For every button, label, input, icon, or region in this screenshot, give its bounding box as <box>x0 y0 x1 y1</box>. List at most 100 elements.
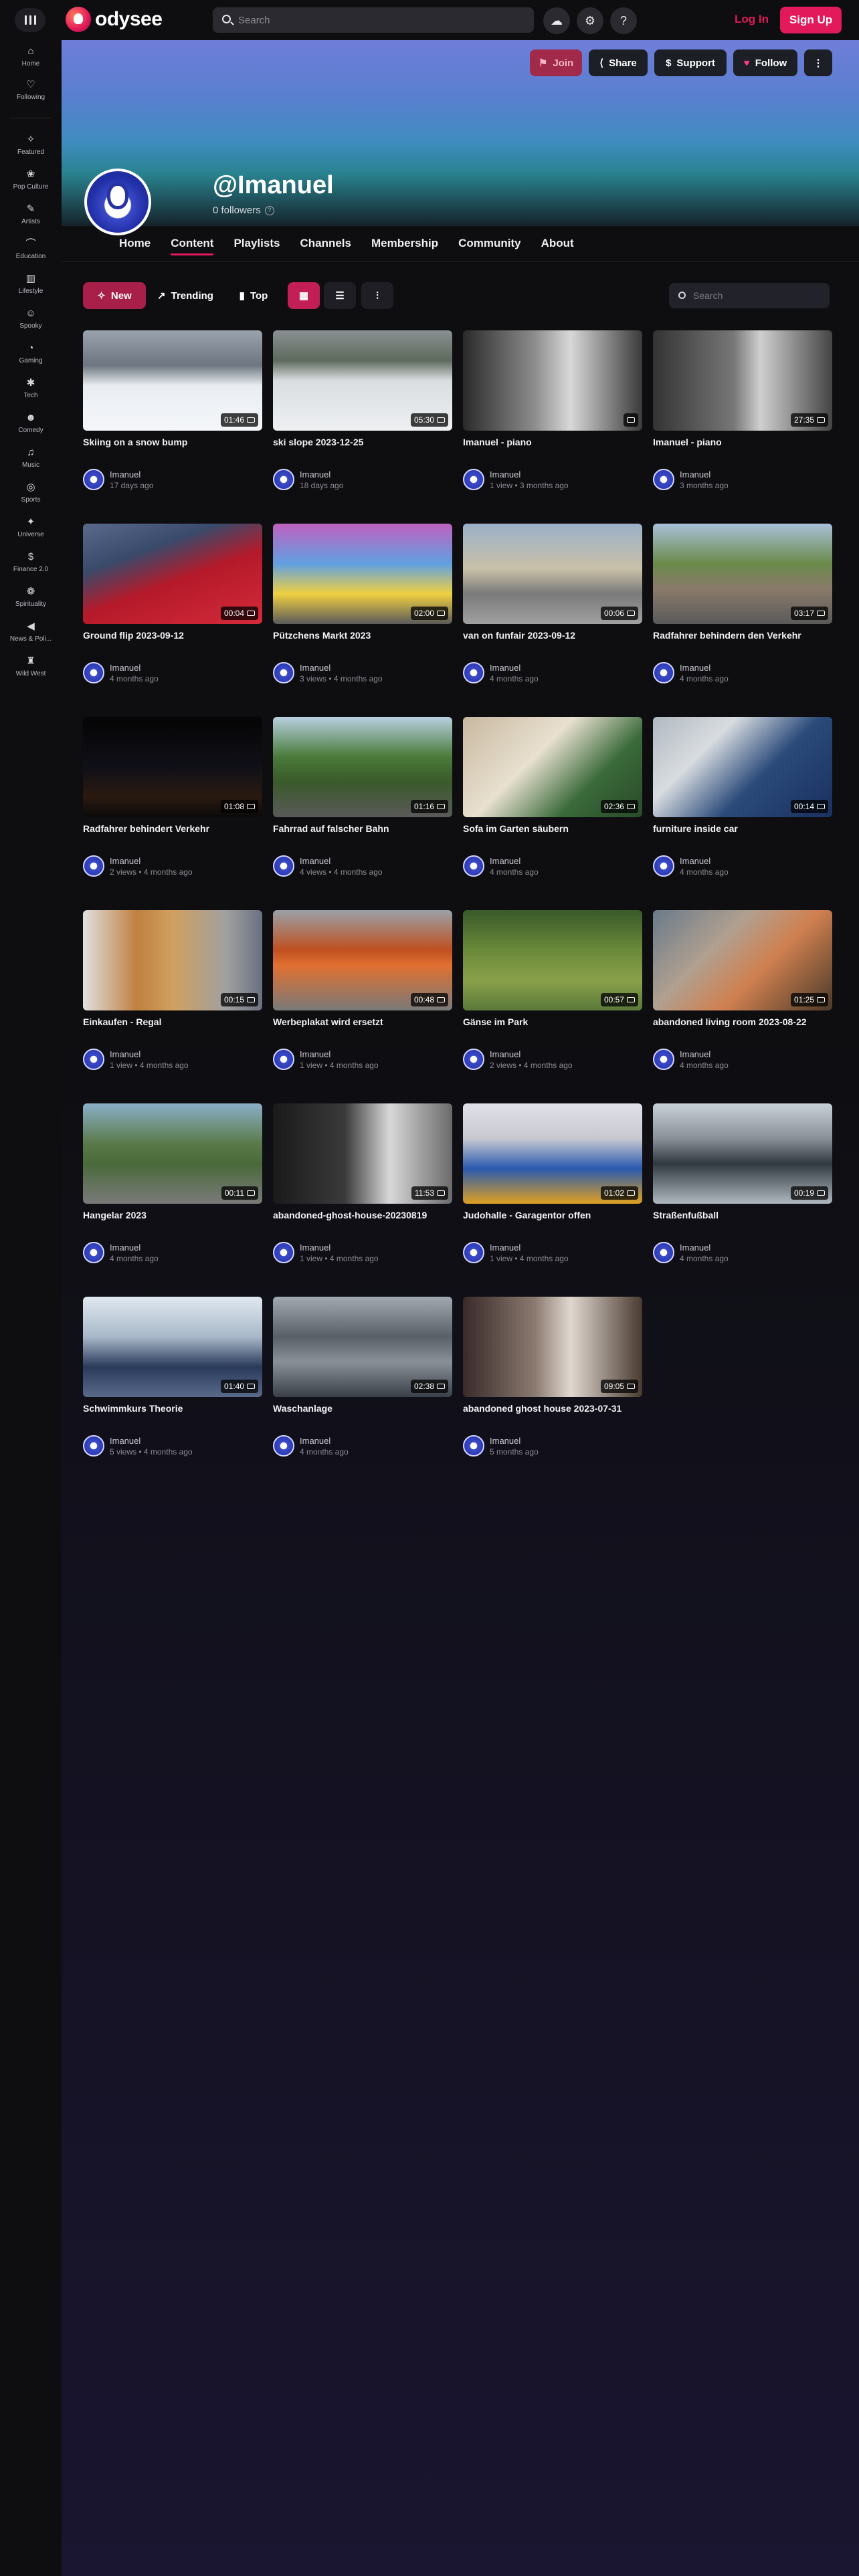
channel-name-small[interactable]: Imanuel <box>490 1049 520 1059</box>
video-title[interactable]: abandoned-ghost-house-20230819 <box>273 1210 452 1220</box>
video-title[interactable]: Einkaufen - Regal <box>83 1016 262 1027</box>
channel-avatar-small[interactable] <box>273 1242 294 1263</box>
video-thumbnail[interactable]: 00:14 <box>653 717 832 817</box>
video-title[interactable]: van on funfair 2023-09-12 <box>463 630 642 641</box>
video-title[interactable]: Schwimmkurs Theorie <box>83 1403 262 1414</box>
sidebar-item-wild-west[interactable]: ♜ Wild West <box>0 655 62 687</box>
video-thumbnail[interactable]: 01:02 <box>463 1103 642 1204</box>
video-card[interactable]: 00:11 Hangelar 2023 Imanuel 4 months ago <box>83 1103 262 1277</box>
video-title[interactable]: Fahrrad auf falscher Bahn <box>273 823 452 834</box>
channel-name-small[interactable]: Imanuel <box>300 663 330 673</box>
video-thumbnail[interactable]: 00:04 <box>83 524 262 624</box>
share-button[interactable]: ⟨ Share <box>589 49 648 76</box>
channel-name-small[interactable]: Imanuel <box>110 469 140 479</box>
video-card[interactable]: 00:57 Gänse im Park Imanuel 2 views • 4 mon… <box>463 910 642 1084</box>
tab-channels[interactable]: Channels <box>300 237 351 255</box>
video-title[interactable]: Hangelar 2023 <box>83 1210 262 1220</box>
video-thumbnail[interactable]: 01:40 <box>83 1297 262 1397</box>
settings-button[interactable]: ⚙ <box>577 7 603 34</box>
follow-button[interactable]: ♥ Follow <box>733 49 797 76</box>
sidebar-item-news-poli[interactable]: ◀ News & Poli... <box>0 621 62 653</box>
grid-view-button[interactable]: ▦ <box>288 282 320 309</box>
video-card[interactable]: 27:35 Imanuel - piano Imanuel 3 months ago <box>653 330 832 504</box>
video-thumbnail[interactable]: 03:17 <box>653 524 832 624</box>
channel-avatar-small[interactable] <box>463 469 484 490</box>
channel-name-small[interactable]: Imanuel <box>110 1436 140 1446</box>
sidebar-item-home[interactable]: ⌂ Home <box>0 45 62 78</box>
channel-avatar-small[interactable] <box>83 469 104 490</box>
channel-avatar-small[interactable] <box>653 1242 674 1263</box>
filter-trending-button[interactable]: ↗ Trending <box>146 282 225 309</box>
video-title[interactable]: abandoned ghost house 2023-07-31 <box>463 1403 642 1414</box>
tab-home[interactable]: Home <box>119 237 151 255</box>
channel-avatar-small[interactable] <box>273 1049 294 1070</box>
video-card[interactable]: 00:19 Straßenfußball Imanuel 4 months ago <box>653 1103 832 1277</box>
video-card[interactable]: 00:04 Ground flip 2023-09-12 Imanuel 4 mont… <box>83 524 262 697</box>
sidebar-item-gaming[interactable]: ◔ Gaming <box>0 342 62 374</box>
video-title[interactable]: Werbeplakat wird ersetzt <box>273 1016 452 1027</box>
video-title[interactable]: Radfahrer behindern den Verkehr <box>653 630 832 641</box>
search-input[interactable] <box>238 14 519 26</box>
video-card[interactable]: 11:53 abandoned-ghost-house-20230819 Imanu… <box>273 1103 452 1277</box>
channel-name-small[interactable]: Imanuel <box>680 1243 710 1253</box>
channel-avatar-small[interactable] <box>83 1435 104 1457</box>
video-title[interactable]: Skiing on a snow bump <box>83 437 262 447</box>
video-title[interactable]: abandoned living room 2023-08-22 <box>653 1016 832 1027</box>
video-title[interactable]: Imanuel - piano <box>653 437 832 447</box>
filter-top-button[interactable]: ▮ Top <box>225 282 282 309</box>
menu-button[interactable] <box>15 8 45 32</box>
channel-avatar-small[interactable] <box>273 855 294 877</box>
sidebar-item-music[interactable]: ♫ Music <box>0 447 62 479</box>
video-card[interactable]: 05:30 ski slope 2023-12-25 Imanuel 18 days … <box>273 330 452 504</box>
tab-content[interactable]: Content <box>171 237 214 255</box>
video-title[interactable]: Radfahrer behindert Verkehr <box>83 823 262 834</box>
video-card[interactable]: 01:16 Fahrrad auf falscher Bahn Imanuel 4 v… <box>273 717 452 891</box>
tab-community[interactable]: Community <box>458 237 521 255</box>
join-button[interactable]: ⚑ Join <box>530 49 582 76</box>
channel-avatar-small[interactable] <box>653 1049 674 1070</box>
video-card[interactable]: 01:40 Schwimmkurs Theorie Imanuel 5 views •… <box>83 1297 262 1471</box>
video-thumbnail[interactable] <box>463 330 642 431</box>
video-thumbnail[interactable]: 27:35 <box>653 330 832 431</box>
video-thumbnail[interactable]: 05:30 <box>273 330 452 431</box>
support-button[interactable]: $ Support <box>654 49 727 76</box>
channel-name-small[interactable]: Imanuel <box>680 469 710 479</box>
channel-name-small[interactable]: Imanuel <box>110 663 140 673</box>
sidebar-item-artists[interactable]: ✎ Artists <box>0 203 62 235</box>
channel-name-small[interactable]: Imanuel <box>680 856 710 866</box>
video-card[interactable]: 01:08 Radfahrer behindert Verkehr Imanuel 2… <box>83 717 262 891</box>
channel-name-small[interactable]: Imanuel <box>300 469 330 479</box>
video-card[interactable]: 01:25 abandoned living room 2023-08-22 Ima… <box>653 910 832 1084</box>
channel-name-small[interactable]: Imanuel <box>490 856 520 866</box>
sidebar-item-education[interactable]: ⌒ Education <box>0 238 62 270</box>
video-thumbnail[interactable]: 00:11 <box>83 1103 262 1204</box>
content-search[interactable] <box>669 283 830 308</box>
video-thumbnail[interactable]: 02:00 <box>273 524 452 624</box>
video-title[interactable]: Judohalle - Garagentor offen <box>463 1210 642 1220</box>
video-title[interactable]: furniture inside car <box>653 823 832 834</box>
sidebar-item-following[interactable]: ♡ Following <box>0 79 62 111</box>
channel-avatar-small[interactable] <box>463 662 484 683</box>
channel-avatar-small[interactable] <box>653 662 674 683</box>
channel-avatar-small[interactable] <box>273 469 294 490</box>
more-options-button[interactable]: ⋮ <box>804 49 832 76</box>
video-card[interactable]: 00:06 van on funfair 2023-09-12 Imanuel 4 m… <box>463 524 642 697</box>
video-thumbnail[interactable]: 09:05 <box>463 1297 642 1397</box>
tab-membership[interactable]: Membership <box>371 237 438 255</box>
channel-name-small[interactable]: Imanuel <box>680 1049 710 1059</box>
channel-avatar-small[interactable] <box>463 1435 484 1457</box>
channel-avatar-small[interactable] <box>83 662 104 683</box>
video-title[interactable]: Gänse im Park <box>463 1016 642 1027</box>
video-title[interactable]: Waschanlage <box>273 1403 452 1414</box>
video-thumbnail[interactable]: 00:19 <box>653 1103 832 1204</box>
channel-name-small[interactable]: Imanuel <box>300 856 330 866</box>
sidebar-item-universe[interactable]: ✦ Universe <box>0 516 62 548</box>
odysee-logo[interactable]: odysee <box>66 7 163 32</box>
channel-avatar-small[interactable] <box>273 1435 294 1457</box>
list-view-button[interactable]: ☰ <box>324 282 356 309</box>
help-button[interactable]: ? <box>610 7 637 34</box>
signup-button[interactable]: Sign Up <box>780 7 842 33</box>
video-card[interactable]: 02:00 Pützchens Markt 2023 Imanuel 3 views … <box>273 524 452 697</box>
video-title[interactable]: Sofa im Garten säubern <box>463 823 642 834</box>
upload-button[interactable]: ☁ <box>543 7 570 34</box>
